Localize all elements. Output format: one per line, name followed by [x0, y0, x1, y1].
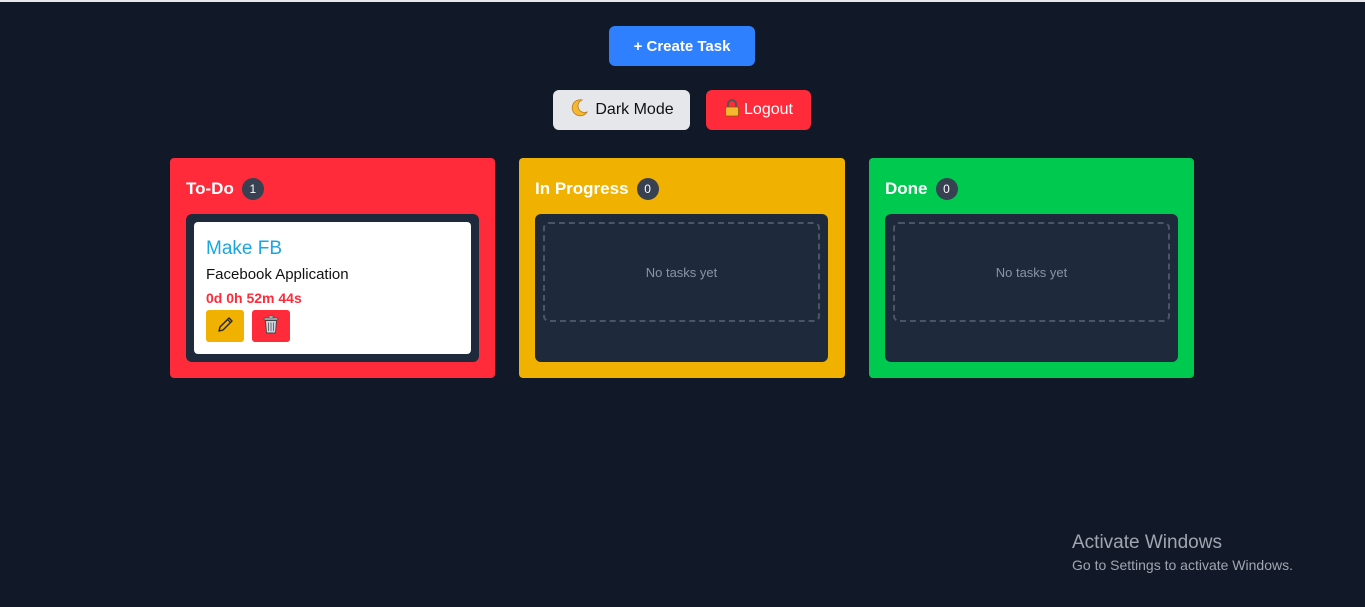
count-badge: 0 [935, 178, 958, 200]
lock-icon [724, 98, 740, 122]
count-badge: 1 [241, 178, 264, 200]
edit-task-button[interactable] [206, 310, 244, 342]
task-card[interactable]: Make FB Facebook Application 0d 0h 52m 4… [194, 222, 471, 354]
moon-icon [569, 98, 589, 123]
column-header: In Progress 0 [535, 178, 659, 200]
watermark-title: Activate Windows [1072, 532, 1222, 553]
logout-label: Logout [744, 101, 793, 118]
watermark-subtitle: Go to Settings to activate Windows. [1072, 557, 1293, 573]
dark-mode-label: Dark Mode [595, 101, 674, 118]
count-badge: 0 [636, 178, 659, 200]
column-header: To-Do 1 [186, 178, 264, 200]
create-task-button[interactable]: + Create Task [609, 26, 755, 66]
windows-activation-watermark: Activate Windows Go to Settings to activ… [1072, 532, 1293, 573]
logout-button[interactable]: Logout [706, 90, 811, 130]
column-title: Done [885, 179, 928, 198]
task-title: Make FB [206, 238, 283, 259]
dark-mode-button[interactable]: Dark Mode [553, 90, 690, 130]
column-title: In Progress [535, 179, 629, 198]
delete-task-button[interactable] [252, 310, 290, 342]
column-dropzone[interactable]: Make FB Facebook Application 0d 0h 52m 4… [186, 214, 479, 362]
column-header: Done 0 [885, 178, 958, 200]
column-dropzone[interactable]: No tasks yet [535, 214, 828, 362]
empty-placeholder: No tasks yet [893, 222, 1170, 322]
column-todo: To-Do 1 Make FB Facebook Application 0d … [170, 158, 495, 378]
column-done: Done 0 No tasks yet [869, 158, 1194, 378]
pencil-icon [216, 316, 234, 337]
column-dropzone[interactable]: No tasks yet [885, 214, 1178, 362]
task-description: Facebook Application [206, 266, 349, 283]
task-timer: 0d 0h 52m 44s [206, 290, 302, 306]
empty-placeholder: No tasks yet [543, 222, 820, 322]
trash-icon [262, 315, 280, 338]
column-in-progress: In Progress 0 No tasks yet [519, 158, 845, 378]
column-title: To-Do [186, 179, 234, 198]
